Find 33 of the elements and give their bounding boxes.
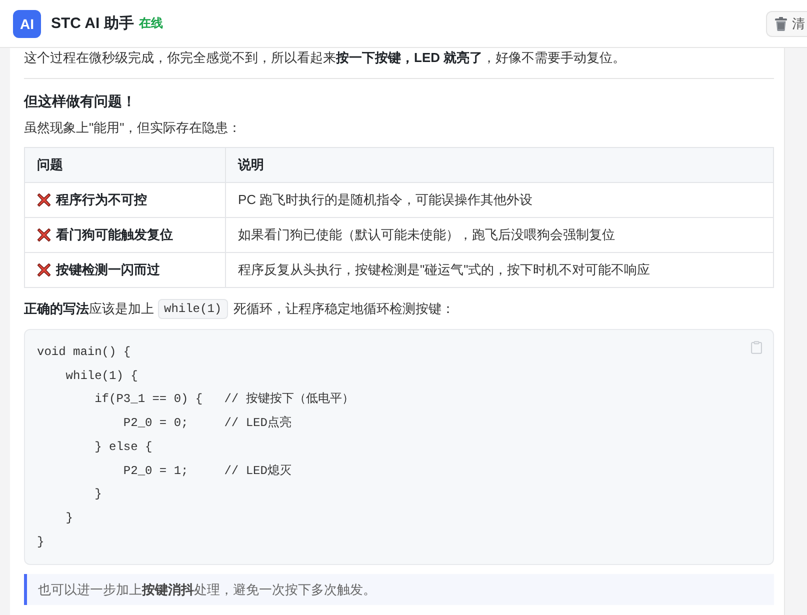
status-label: 在线	[138, 15, 163, 32]
table-cell: 如果看门狗已使能（默认可能未使能），跑飞后没喂狗会强制复位	[226, 218, 774, 252]
trash-icon	[774, 16, 788, 30]
clear-button[interactable]: 清	[766, 10, 807, 36]
cross-icon	[37, 228, 51, 242]
body-text: 这个过程在微秒级完成，你完全感觉不到，所以看起来按一下按键，LED 就亮了，好像不需要手动复位。	[24, 49, 627, 67]
code-line: if(P3_1 == 0) { // 按键按下（低电平）	[94, 391, 354, 408]
cross-icon	[37, 193, 51, 207]
app-logo: AI	[13, 10, 41, 38]
copy-icon[interactable]	[751, 341, 762, 354]
code-line: }	[94, 486, 102, 504]
table-cell: PC 跑飞时执行的是随机指令，可能误操作其他外设	[226, 182, 774, 218]
code-line: void main() {	[37, 344, 131, 361]
column-header: 说明	[226, 148, 774, 182]
problem-text: 按键检测一闪而过	[56, 261, 160, 279]
code-line: }	[64, 510, 74, 527]
code-line: } else {	[94, 438, 152, 456]
code-line: P2_0 = 1; // LED熄灭	[122, 462, 292, 480]
code-line: while(1) {	[64, 368, 138, 385]
body-text: 正确的写法应该是加上	[24, 300, 154, 318]
cross-icon	[37, 263, 51, 277]
body-text: 死循环，让程序稳定地循环检测按键：	[234, 300, 455, 318]
section-heading: 但这样做有问题！	[24, 92, 137, 111]
app-title: STC AI 助手	[51, 14, 134, 33]
code-line: P2_0 = 0; // LED点亮	[122, 414, 292, 432]
problem-text: 程序行为不可控	[56, 191, 147, 209]
problem-text: 看门狗可能触发复位	[56, 226, 173, 244]
inline-code: while(1)	[158, 299, 228, 319]
body-text: 虽然现象上"能用"，但实际存在隐患：	[24, 119, 242, 137]
column-header: 问题	[24, 148, 226, 182]
table-cell: 程序反复从头执行，按键检测是"碰运气"式的，按下时机不对可能不响应	[226, 252, 774, 288]
code-line: }	[37, 534, 44, 551]
note-text: 也可以进一步加上按键消抖处理，避免一次按下多次触发。	[38, 582, 376, 598]
